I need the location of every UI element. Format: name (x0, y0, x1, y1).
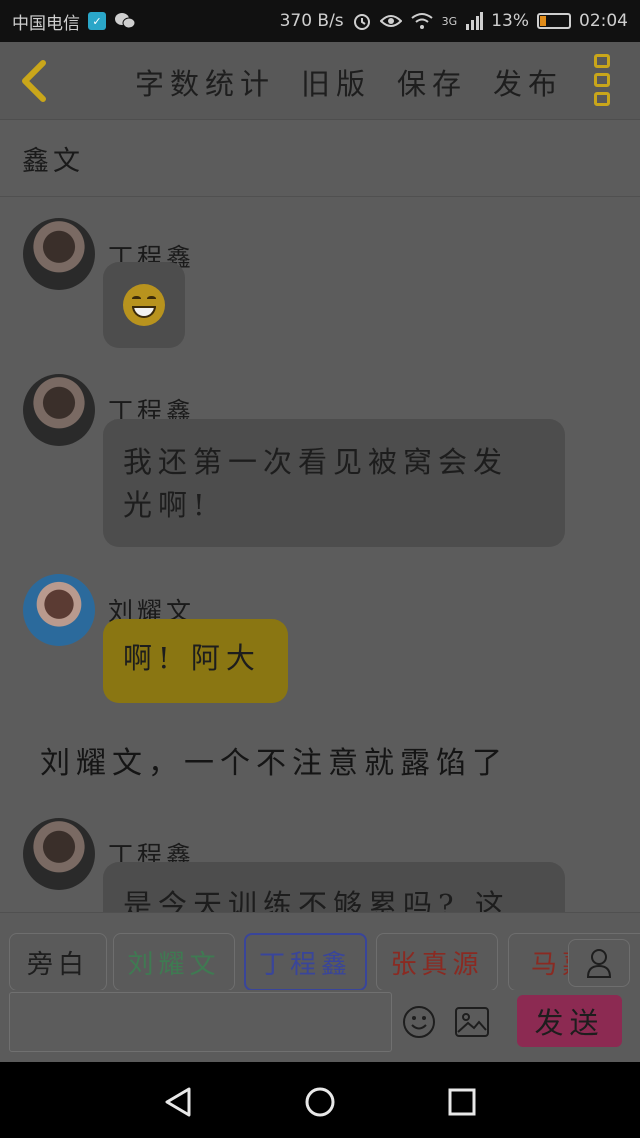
message-text-line: 我还第一次看见被窝会发 (123, 445, 509, 479)
chat-title-bar[interactable]: 鑫文 (0, 121, 640, 197)
chip-label: 旁白 (26, 949, 89, 980)
message-list[interactable]: 丁程鑫 丁程鑫 我还第一次看见被窝会发 光啊! 刘耀文 啊! 阿大 刘耀文，一个… (0, 198, 640, 912)
grinning-face-icon (123, 284, 165, 326)
character-selector: 旁白 刘耀文 丁程鑫 张真源 马嘉祺 (0, 912, 640, 991)
chip-liu-yaowen[interactable]: 刘耀文 (113, 933, 235, 991)
header-actions: 字数统计 旧版 保存 发布 (135, 60, 563, 104)
chip-label: 刘耀文 (127, 949, 221, 980)
image-button[interactable] (454, 1004, 490, 1040)
avatar[interactable] (23, 374, 95, 446)
message-bubble[interactable]: 啊! 阿大 (103, 619, 288, 703)
emoji-button[interactable] (401, 1004, 437, 1040)
add-character-button[interactable] (568, 939, 630, 987)
back-button[interactable] (14, 58, 54, 104)
signal-icon (465, 12, 484, 30)
message-bubble[interactable] (103, 262, 185, 348)
triangle-back-icon (165, 1087, 191, 1117)
chip-narrator[interactable]: 旁白 (9, 933, 107, 991)
message-bubble[interactable]: 我还第一次看见被窝会发 光啊! (103, 419, 565, 547)
message-text: 是今天训练不够累吗? 这 (123, 888, 510, 912)
message-text-line: 光啊! (123, 488, 211, 522)
word-count-button[interactable]: 字数统计 (135, 61, 275, 103)
alarm-icon (352, 11, 372, 31)
chevron-left-icon (22, 60, 46, 102)
avatar[interactable] (23, 218, 95, 290)
person-icon (586, 949, 612, 978)
status-bar: 中国电信 ✓ 370 B/s 3G 13% 02:04 (0, 0, 640, 42)
send-button[interactable]: 发送 (517, 995, 622, 1047)
old-version-button[interactable]: 旧版 (301, 61, 371, 103)
battery-percent: 13% (491, 11, 529, 31)
avatar[interactable] (23, 818, 95, 890)
network-type: 3G (441, 14, 458, 28)
more-menu-button[interactable] (594, 54, 614, 106)
net-speed: 370 B/s (279, 11, 344, 31)
publish-button[interactable]: 发布 (493, 61, 563, 103)
chip-label: 张真源 (390, 949, 484, 980)
input-bar: 发送 (0, 990, 640, 1062)
wechat-icon (114, 12, 136, 30)
avatar[interactable] (23, 574, 95, 646)
more-vertical-icon (594, 54, 610, 68)
message-text: 啊! 阿大 (123, 641, 261, 675)
chip-zhang-zhenyuan[interactable]: 张真源 (376, 933, 498, 991)
save-button[interactable]: 保存 (397, 61, 467, 103)
message-bubble[interactable]: 是今天训练不够累吗? 这 (103, 862, 565, 912)
smiley-icon (403, 1006, 435, 1038)
narration-text[interactable]: 刘耀文，一个不注意就露馅了 (40, 738, 508, 782)
battery-icon (537, 13, 571, 29)
circle-home-icon (305, 1087, 335, 1117)
carrier-label: 中国电信 (12, 13, 80, 34)
chat-title: 鑫文 (22, 146, 84, 177)
square-recents-icon (448, 1088, 476, 1116)
nav-back-button[interactable] (156, 1080, 200, 1124)
send-label: 发送 (534, 1006, 605, 1040)
more-vertical-icon-dot (594, 92, 610, 106)
eye-icon (379, 13, 402, 29)
app-header: 字数统计 旧版 保存 发布 (0, 42, 640, 120)
wifi-icon (410, 12, 434, 30)
clock: 02:04 (579, 11, 628, 31)
image-icon (455, 1007, 489, 1037)
message-input[interactable] (9, 992, 392, 1052)
more-vertical-icon-dot (594, 73, 610, 87)
chip-ding-chengxin[interactable]: 丁程鑫 (244, 933, 367, 991)
nav-home-button[interactable] (298, 1080, 342, 1124)
nav-recents-button[interactable] (440, 1080, 484, 1124)
chip-label: 丁程鑫 (258, 949, 352, 980)
system-nav-bar (0, 1062, 640, 1138)
shield-icon: ✓ (88, 12, 106, 30)
